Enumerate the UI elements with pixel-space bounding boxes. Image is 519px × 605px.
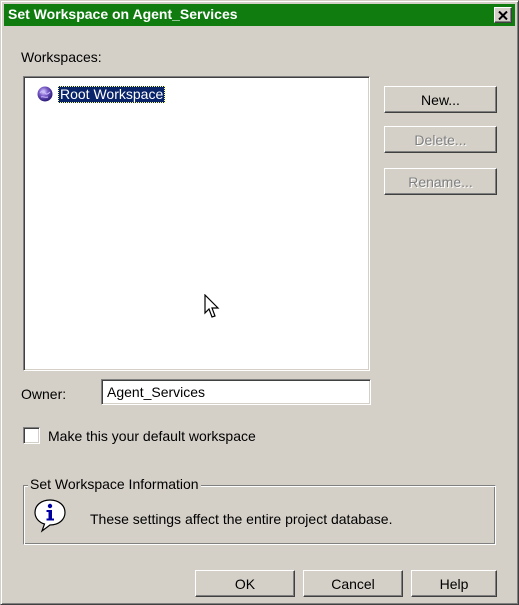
owner-label: Owner: <box>21 386 67 402</box>
workspaces-label: Workspaces: <box>21 49 102 65</box>
info-message: These settings affect the entire project… <box>90 511 393 527</box>
workspace-info-group: Set Workspace Information These settings… <box>23 476 496 545</box>
workspaces-list[interactable]: Root Workspace <box>23 76 370 371</box>
info-icon <box>34 499 66 533</box>
ok-button[interactable]: OK <box>195 570 295 597</box>
window-title: Set Workspace on Agent_Services <box>8 6 238 22</box>
owner-field[interactable]: Agent_Services <box>101 379 371 405</box>
close-button[interactable] <box>494 7 512 23</box>
globe-icon <box>37 86 53 102</box>
new-button[interactable]: New... <box>384 86 497 113</box>
help-button[interactable]: Help <box>411 570 497 597</box>
list-item[interactable]: Root Workspace <box>36 85 166 103</box>
default-workspace-checkbox[interactable] <box>23 427 40 444</box>
group-title: Set Workspace Information <box>28 476 201 492</box>
list-item-label: Root Workspace <box>58 85 166 103</box>
title-bar[interactable]: Set Workspace on Agent_Services <box>4 4 515 26</box>
delete-button[interactable]: Delete... <box>384 126 497 153</box>
rename-button[interactable]: Rename... <box>384 168 497 195</box>
mouse-pointer-icon <box>204 294 220 318</box>
set-workspace-dialog: Set Workspace on Agent_Services Workspac… <box>0 0 519 605</box>
close-icon <box>498 10 508 20</box>
cancel-button[interactable]: Cancel <box>303 570 403 597</box>
default-workspace-label: Make this your default workspace <box>48 428 256 444</box>
